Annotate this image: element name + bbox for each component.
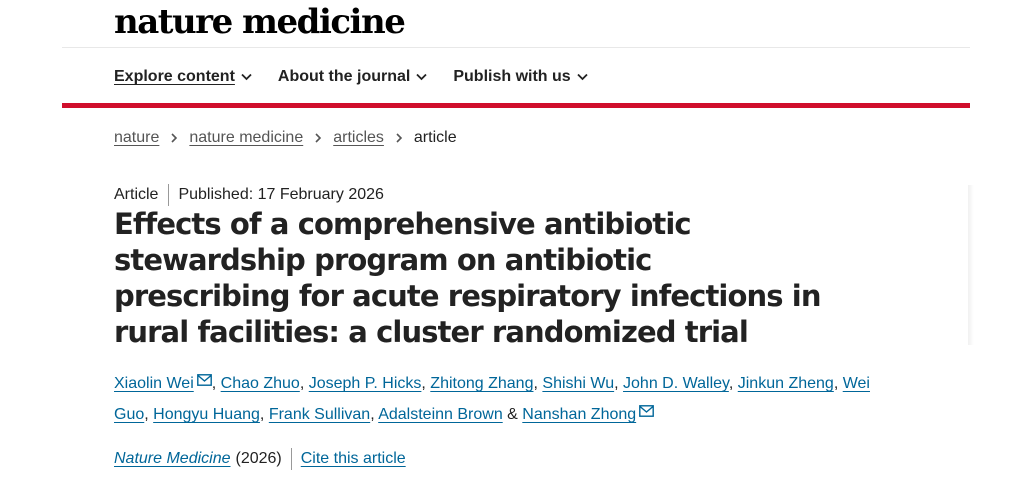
meta-divider <box>168 184 170 206</box>
journal-link[interactable]: Nature Medicine <box>114 450 231 468</box>
author-separator: & <box>507 406 518 423</box>
author-separator: , <box>299 375 305 392</box>
chevron-right-icon <box>396 133 403 143</box>
author-link[interactable]: Frank Sullivan <box>269 406 370 423</box>
breadcrumb-articles[interactable]: articles <box>333 129 384 147</box>
journal-logo[interactable]: nature medicine <box>114 2 406 42</box>
author-link[interactable]: Nanshan Zhong <box>522 406 636 423</box>
author-link[interactable]: Chao Zhuo <box>221 375 300 392</box>
author-separator: , <box>421 375 426 392</box>
author-separator: , <box>533 375 538 392</box>
author-separator: , <box>833 375 839 392</box>
nav-publish-with-us[interactable]: Publish with us <box>453 68 588 86</box>
author-link[interactable]: Zhitong Zhang <box>430 375 533 392</box>
email-icon[interactable] <box>639 405 655 417</box>
citation-divider <box>290 448 292 470</box>
journal-year: (2026) <box>235 450 282 467</box>
email-icon[interactable] <box>196 374 212 386</box>
chevron-down-icon <box>577 73 588 81</box>
accent-bar <box>62 103 970 108</box>
author-link[interactable]: Jinkun Zheng <box>738 375 834 392</box>
author-link[interactable]: Joseph P. Hicks <box>309 375 422 392</box>
author-link[interactable]: John D. Walley <box>623 375 729 392</box>
author-separator: , <box>614 375 619 392</box>
nav-label: About the journal <box>277 68 411 85</box>
author-link[interactable]: Shishi Wu <box>542 375 614 392</box>
breadcrumb: nature nature medicine articles article <box>114 129 457 147</box>
main-nav: Explore content About the journal Publis… <box>114 62 588 92</box>
breadcrumb-nature-medicine[interactable]: nature medicine <box>189 129 303 147</box>
author-separator: , <box>211 375 217 392</box>
chevron-right-icon <box>171 133 178 143</box>
article-meta: Article Published: 17 February 2026 <box>114 184 384 206</box>
nav-label: Publish with us <box>453 68 571 85</box>
nav-label: Explore content <box>114 68 235 85</box>
nav-explore-content[interactable]: Explore content <box>114 68 252 86</box>
chevron-right-icon <box>315 133 322 143</box>
author-separator: , <box>144 406 149 423</box>
cite-this-article-link[interactable]: Cite this article <box>301 450 406 468</box>
breadcrumb-current: article <box>413 129 457 146</box>
citation-line: Nature Medicine (2026) Cite this article <box>114 448 406 470</box>
header-divider <box>62 47 970 48</box>
author-link[interactable]: Adalsteinn Brown <box>378 406 503 423</box>
author-separator: , <box>259 406 265 423</box>
nav-about-journal[interactable]: About the journal <box>278 68 427 86</box>
author-list: Xiaolin Wei, Chao Zhuo, Joseph P. Hicks,… <box>114 368 874 430</box>
author-separator: , <box>370 406 375 423</box>
published-date: Published: 17 February 2026 <box>178 186 384 203</box>
chevron-down-icon <box>241 73 252 81</box>
article-type: Article <box>114 186 159 203</box>
article-title: Effects of a comprehensive antibiotic st… <box>114 207 821 349</box>
author-link[interactable]: Xiaolin Wei <box>114 375 194 392</box>
side-panel-edge <box>968 185 974 345</box>
chevron-down-icon <box>416 73 427 81</box>
breadcrumb-nature[interactable]: nature <box>114 129 159 147</box>
author-separator: , <box>728 375 734 392</box>
author-link[interactable]: Hongyu Huang <box>153 406 260 423</box>
